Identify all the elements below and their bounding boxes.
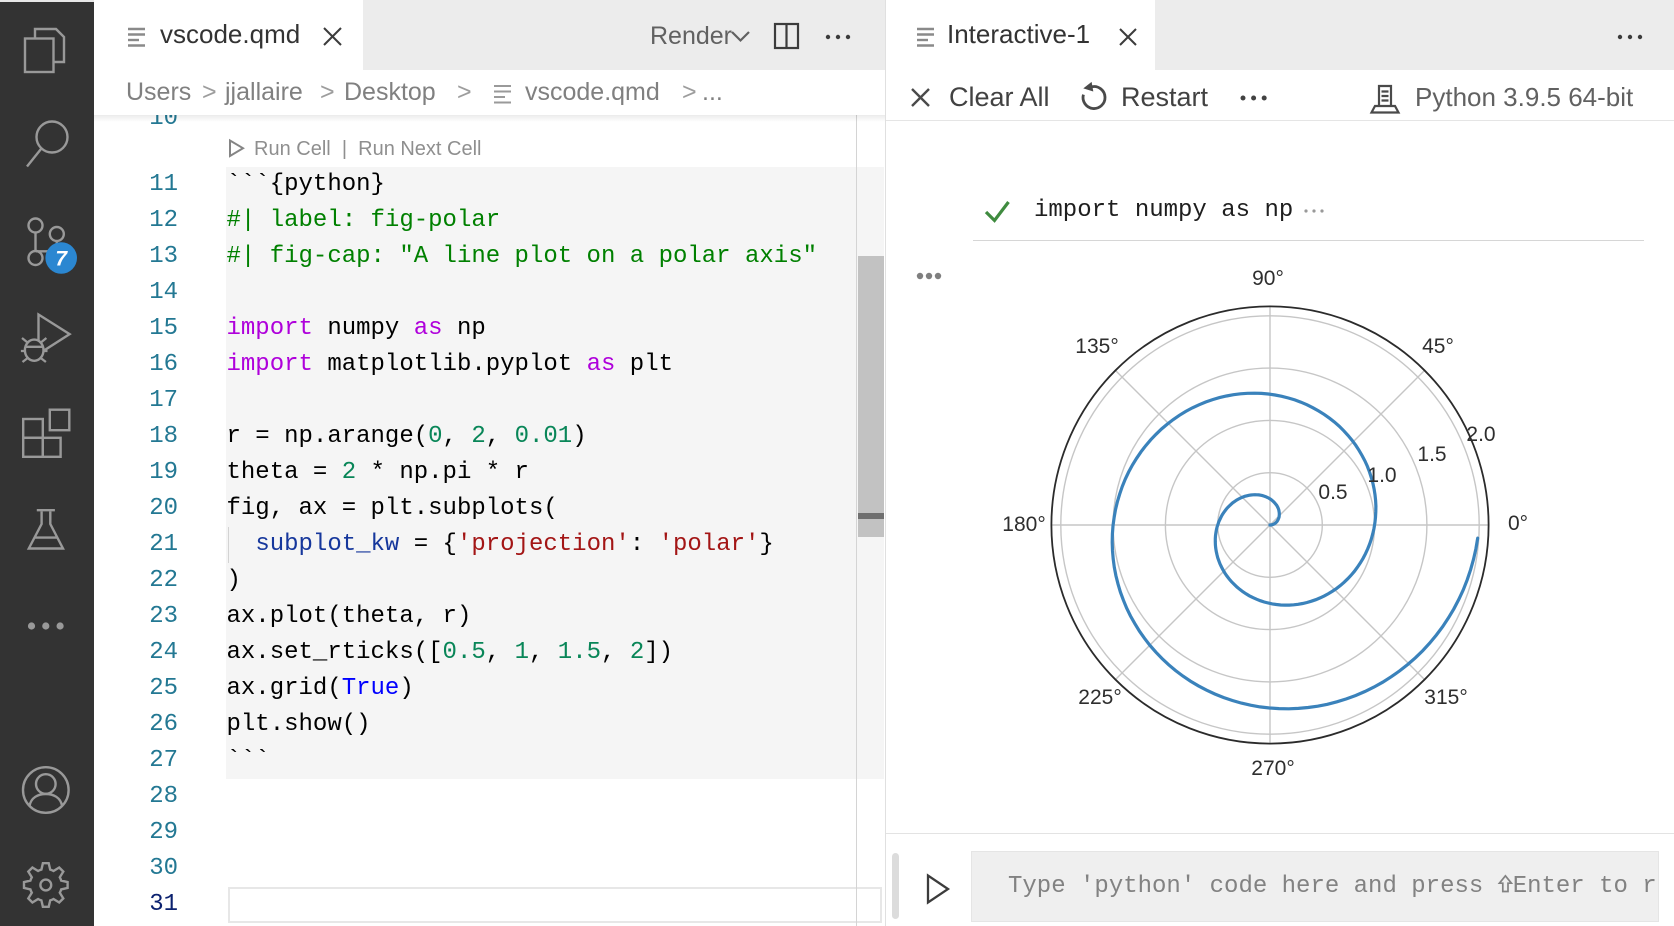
svg-text:135°: 135° <box>1075 335 1118 358</box>
svg-text:270°: 270° <box>1251 757 1294 780</box>
svg-text:2.0: 2.0 <box>1466 423 1495 446</box>
svg-text:225°: 225° <box>1078 686 1121 709</box>
svg-text:7: 7 <box>55 248 68 271</box>
svg-text:180°: 180° <box>1002 513 1045 536</box>
svg-text:1.0: 1.0 <box>1367 464 1396 487</box>
svg-text:90°: 90° <box>1252 267 1284 290</box>
svg-text:315°: 315° <box>1424 686 1467 709</box>
svg-text:0.5: 0.5 <box>1318 481 1347 504</box>
svg-text:0°: 0° <box>1508 512 1528 535</box>
svg-text:45°: 45° <box>1422 335 1454 358</box>
svg-text:1.5: 1.5 <box>1417 443 1446 466</box>
